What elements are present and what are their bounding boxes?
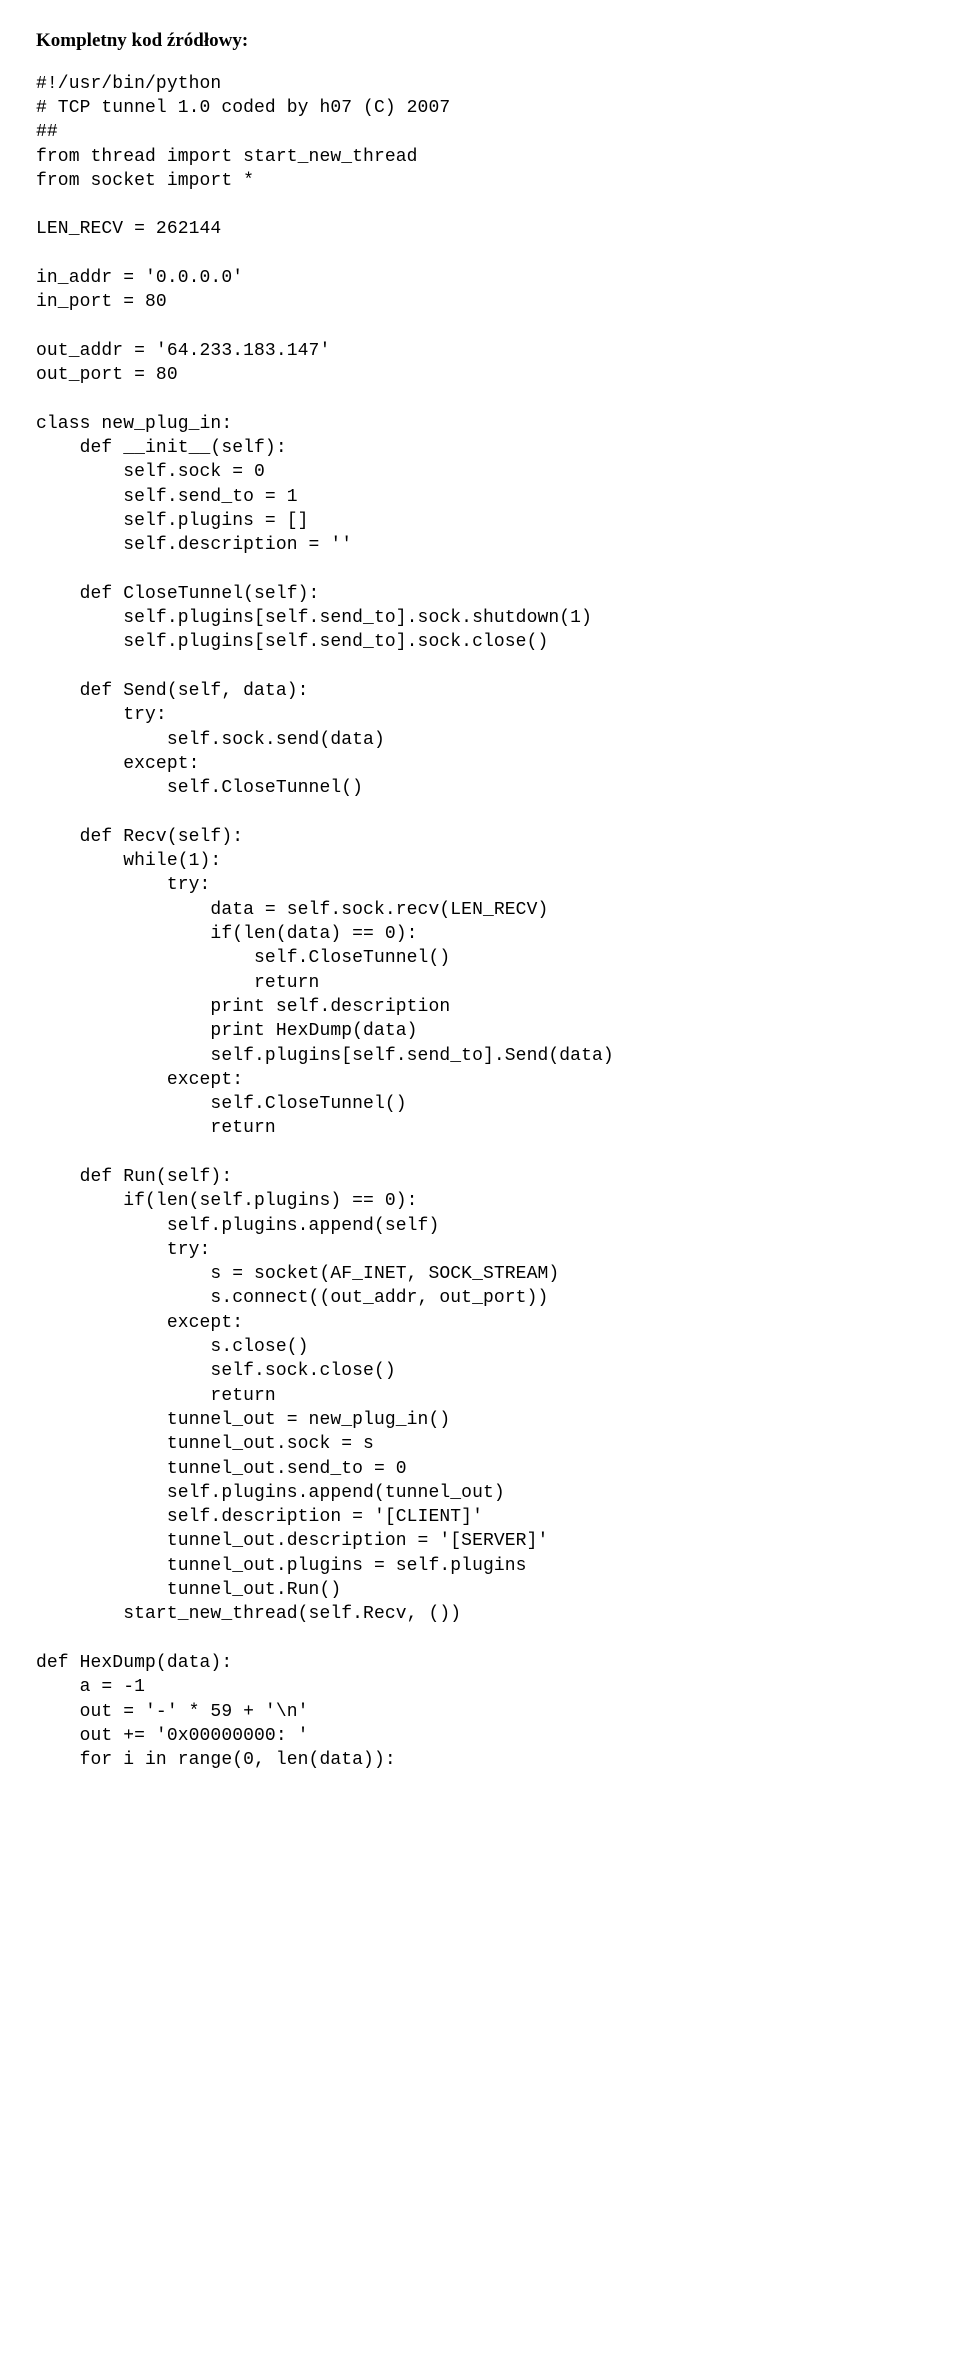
source-code-block: #!/usr/bin/python # TCP tunnel 1.0 coded… <box>36 72 960 1773</box>
section-heading: Kompletny kod źródłowy: <box>36 28 960 54</box>
